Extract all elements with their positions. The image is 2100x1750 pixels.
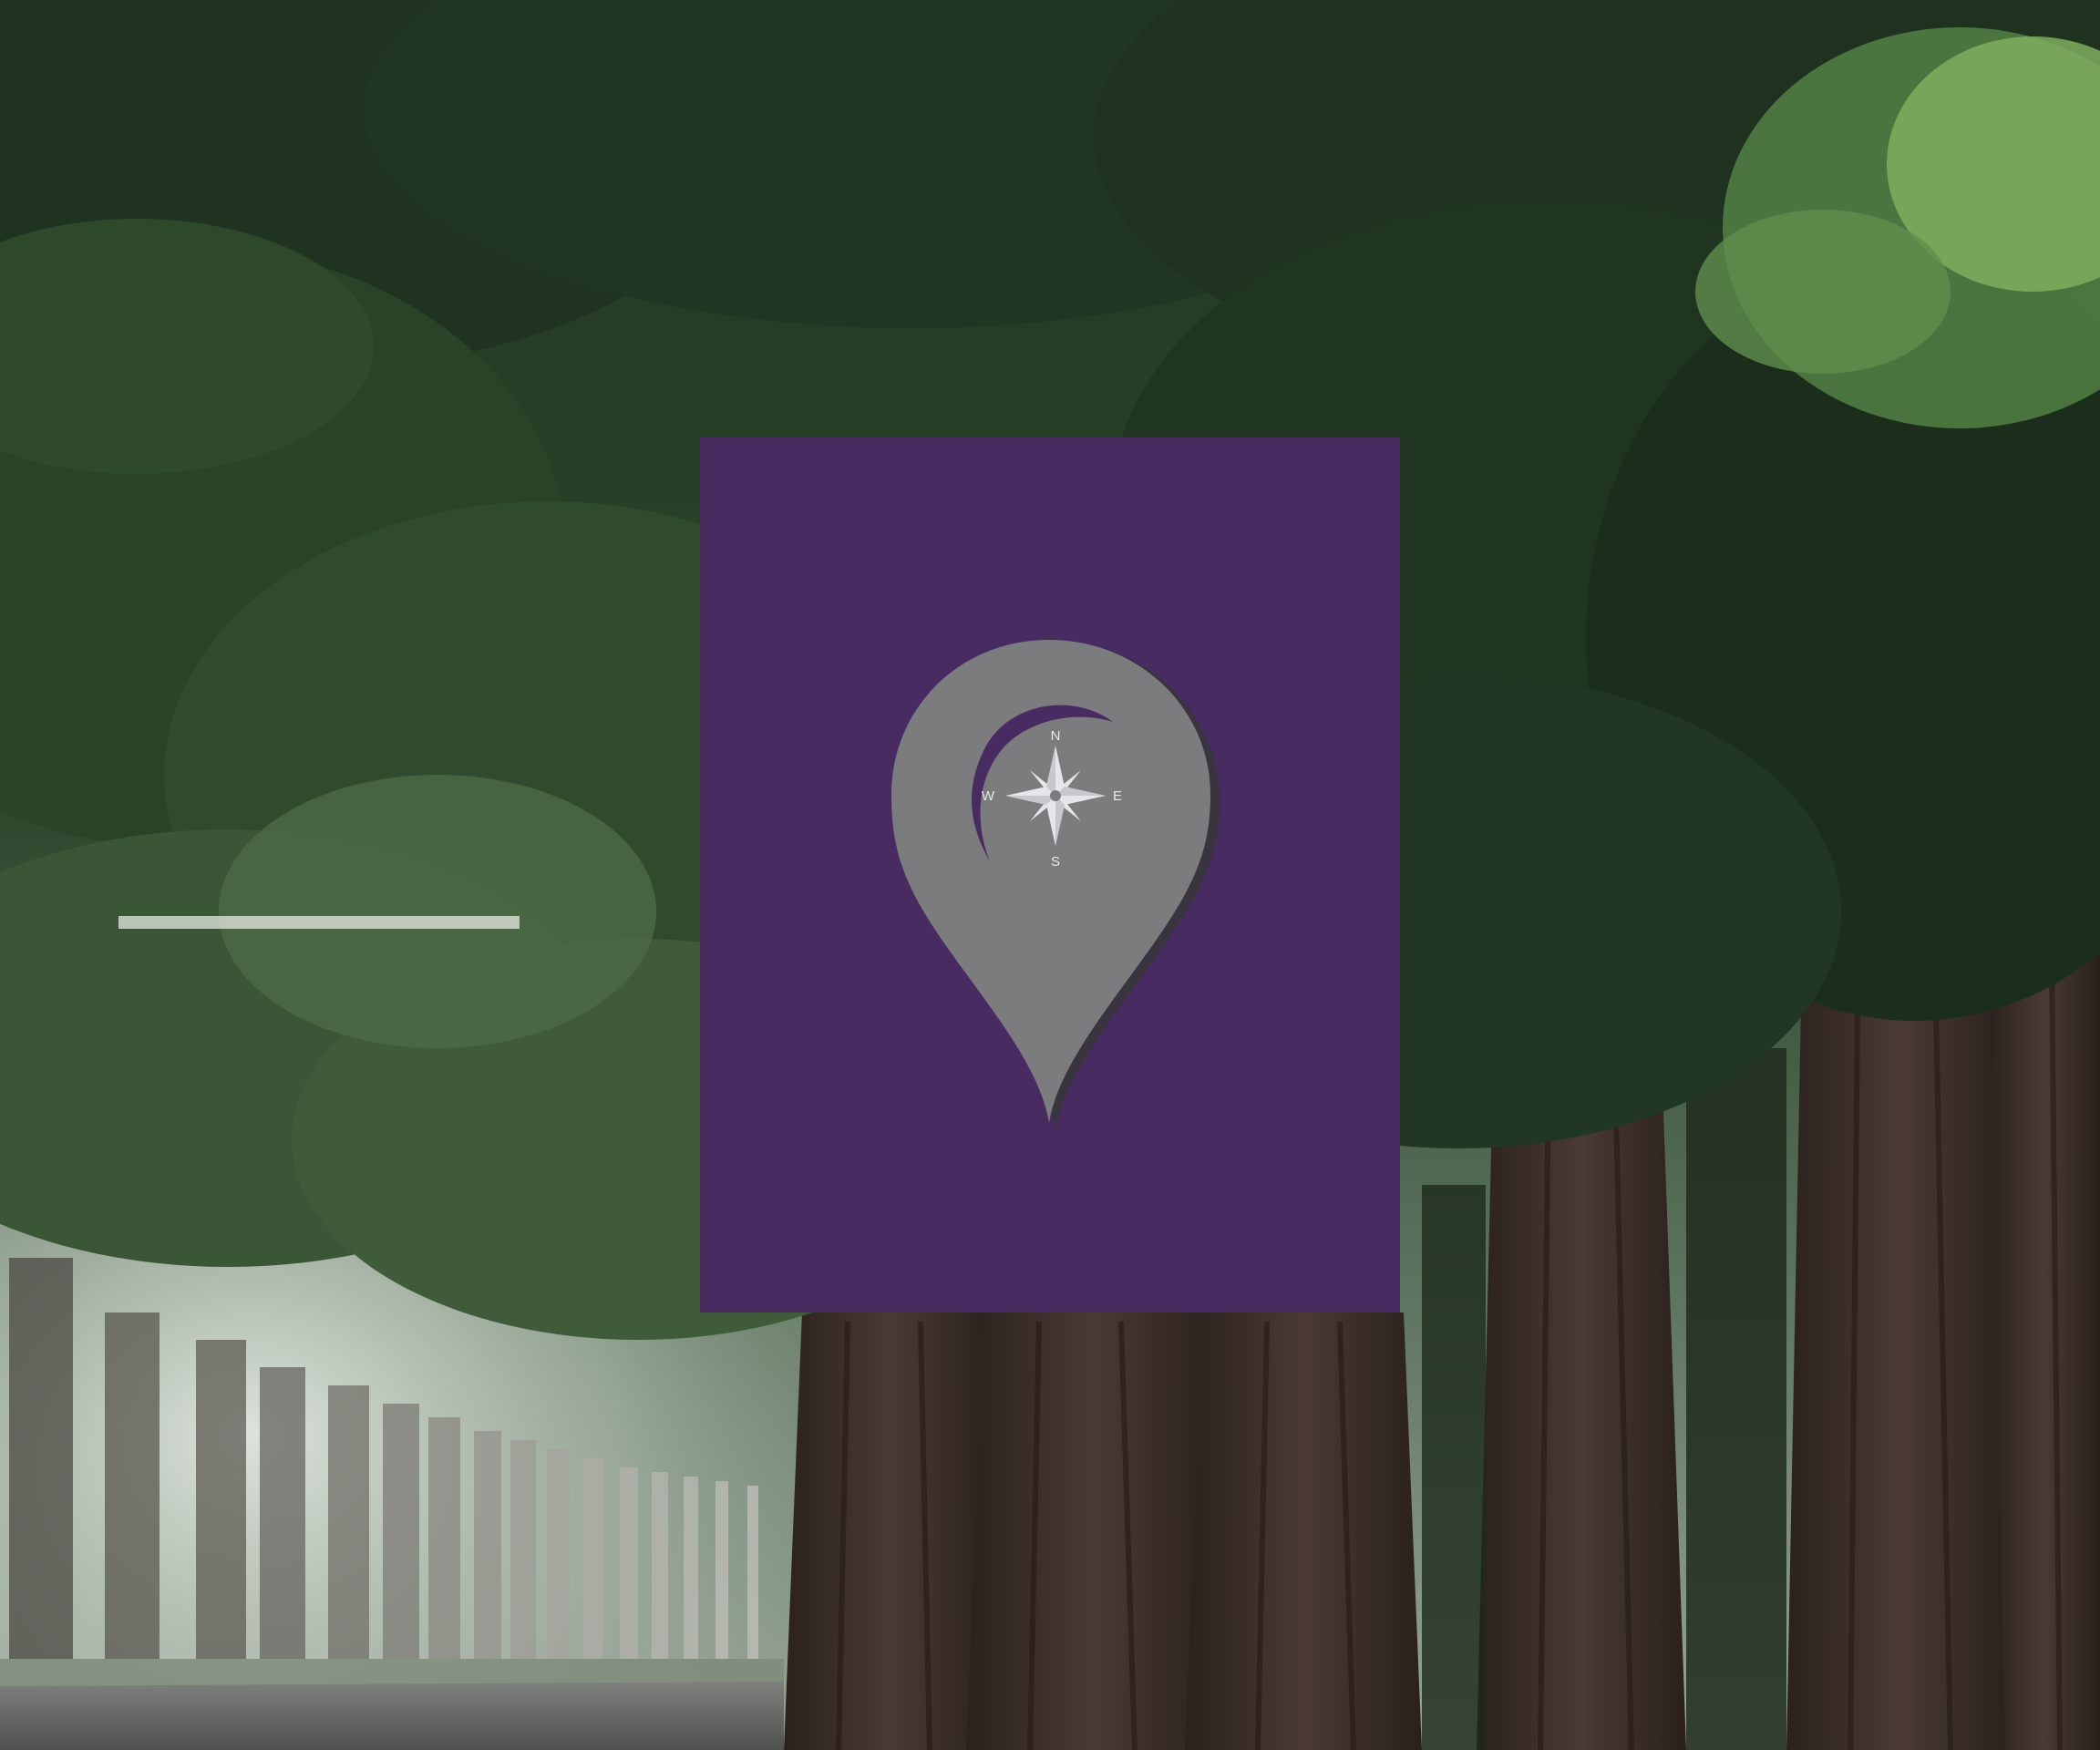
forest-scene: N E S W: [0, 0, 2100, 1750]
compass-south-label: S: [1051, 854, 1060, 870]
compass-east-label: E: [1113, 788, 1122, 804]
compass-west-label: W: [982, 788, 995, 804]
map-pin-compass-icon: N E S W: [891, 640, 1220, 1130]
compass-north-label: N: [1051, 728, 1061, 744]
poster-card: N E S W: [700, 438, 1400, 1312]
